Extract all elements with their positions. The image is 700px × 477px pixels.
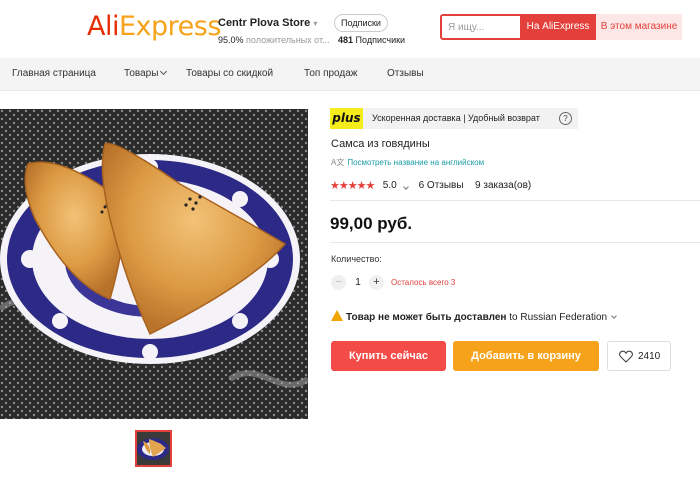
chevron-down-icon: ▾: [313, 19, 318, 28]
price: 99,00 руб.: [330, 214, 413, 233]
stock-left: Осталось всего 3: [391, 278, 456, 287]
nav-item-sale[interactable]: Товары со скидкой: [186, 68, 273, 79]
quantity-value[interactable]: 1: [350, 275, 366, 290]
nav-item-home[interactable]: Главная страница: [12, 68, 96, 79]
rating-value[interactable]: 5.0: [383, 180, 397, 191]
heart-icon: [619, 350, 633, 363]
wishlist-count: 2410: [638, 351, 661, 362]
rating-stars: ★★★★★: [330, 180, 375, 193]
header: AliExpress Centr Plova Store ▾ 95.0% поло…: [0, 0, 700, 58]
help-icon[interactable]: ?: [559, 112, 572, 125]
store-nav: Главная страница Товары Товары со скидко…: [0, 58, 700, 91]
quantity-increase-button[interactable]: +: [369, 275, 384, 290]
add-to-cart-button[interactable]: Добавить в корзину: [453, 341, 599, 371]
quantity-label: Количество:: [331, 254, 382, 264]
divider: [330, 242, 700, 243]
divider: [330, 200, 700, 201]
subscribers-count: 481 Подписчики: [338, 35, 406, 45]
chevron-down-icon: [160, 67, 168, 76]
chevron-down-icon[interactable]: [403, 184, 409, 190]
search-box: На AliExpress В этом магазине: [440, 14, 682, 40]
translate-link[interactable]: A文 Посмотреть название на английском: [331, 157, 484, 168]
search-aliexpress-button[interactable]: На AliExpress: [520, 14, 596, 40]
buy-now-button[interactable]: Купить сейчас: [331, 341, 446, 371]
search-input[interactable]: [448, 19, 518, 35]
store-name[interactable]: Centr Plova Store ▾: [218, 17, 317, 29]
plus-text: Ускоренная доставка | Удобный возврат: [372, 113, 540, 123]
product-title: Самса из говядины: [331, 138, 430, 150]
nav-item-top-sales[interactable]: Топ продаж: [304, 68, 358, 79]
warning-icon: !: [331, 310, 344, 321]
chevron-down-icon: [611, 313, 617, 319]
plus-badge: plus: [330, 108, 363, 129]
product-thumbnail[interactable]: [135, 430, 172, 467]
product-image[interactable]: [0, 109, 308, 419]
nav-item-products[interactable]: Товары: [124, 67, 168, 79]
reviews-link[interactable]: 6 Отзывы: [419, 180, 464, 191]
rating-row: ★★★★★ 5.0 6 Отзывы 9 заказа(ов): [330, 177, 532, 193]
orders-count: 9 заказа(ов): [475, 180, 532, 192]
aliexpress-logo[interactable]: AliExpress: [87, 11, 221, 42]
quantity-decrease-button[interactable]: −: [331, 275, 346, 290]
search-store-button[interactable]: В этом магазине: [596, 14, 682, 40]
store-rating: 95.0% положительных от...: [218, 35, 330, 45]
plus-banner: plus Ускоренная доставка | Удобный возвр…: [330, 108, 578, 129]
nav-item-reviews[interactable]: Отзывы: [387, 68, 424, 79]
translate-icon: A文: [331, 158, 345, 167]
wishlist-button[interactable]: 2410: [607, 341, 671, 371]
subscribe-button[interactable]: Подписки: [334, 14, 388, 32]
shipping-info[interactable]: ! Товар не может быть доставлен to Russia…: [331, 309, 617, 323]
